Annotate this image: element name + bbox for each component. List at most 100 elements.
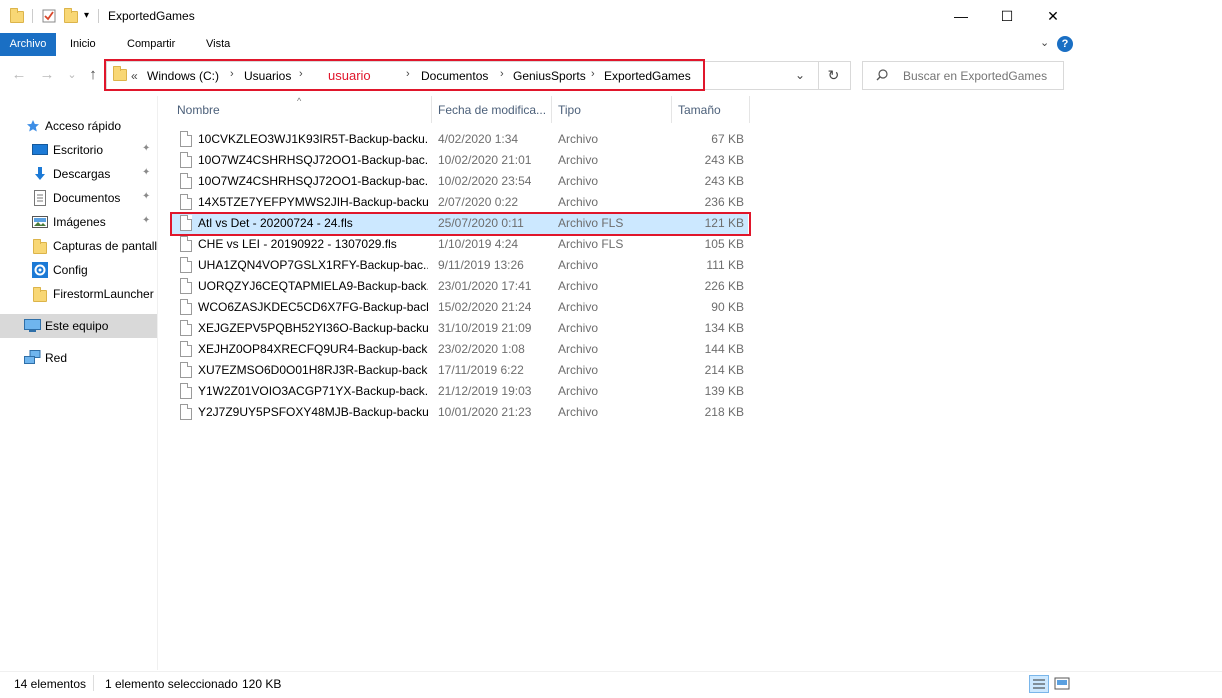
tab-inicio[interactable]: Inicio xyxy=(62,33,104,56)
pin-icon[interactable]: ✦ xyxy=(142,191,150,202)
tab-vista[interactable]: Vista xyxy=(198,33,238,56)
file-name: WCO6ZASJKDEC5CD6X7FG-Backup-back... xyxy=(198,300,428,314)
sidebar-item-firestormlauncher[interactable]: FirestormLauncher xyxy=(0,282,157,306)
maximize-button[interactable]: ☐ xyxy=(984,0,1030,32)
file-size: 105 KB xyxy=(704,237,744,251)
close-button[interactable]: ✕ xyxy=(1030,0,1076,32)
table-row[interactable]: Y1W2Z01VOIO3ACGP71YX-Backup-back... 21/12… xyxy=(172,381,748,402)
sidebar-item-label: FirestormLauncher xyxy=(53,287,154,301)
file-name: 14X5TZE7YEFPYMWS2JIH-Backup-backu... xyxy=(198,195,428,209)
sidebar-item-imagenes[interactable]: Imágenes ✦ xyxy=(0,210,157,234)
file-date: 15/02/2020 21:24 xyxy=(438,300,532,314)
sidebar-item-red[interactable]: Red xyxy=(0,346,157,370)
tab-archivo[interactable]: Archivo xyxy=(0,33,56,56)
file-date: 10/02/2020 21:01 xyxy=(438,153,532,167)
address-dropdown-icon[interactable]: ⌄ xyxy=(795,68,805,82)
pin-icon[interactable]: ✦ xyxy=(142,215,150,226)
file-name: 10CVKZLEO3WJ1K93IR5T-Backup-backu... xyxy=(198,132,428,146)
file-size: 111 KB xyxy=(706,258,744,272)
highlight-box xyxy=(104,59,705,91)
star-icon xyxy=(27,120,39,132)
file-name: CHE vs LEI - 20190922 - 1307029.fls xyxy=(198,237,397,251)
file-date: 31/10/2019 21:09 xyxy=(438,321,532,335)
column-tipo[interactable]: Tipo xyxy=(551,96,672,123)
file-name: Y1W2Z01VOIO3ACGP71YX-Backup-back... xyxy=(198,384,428,398)
ribbon-tabs: Archivo Inicio Compartir Vista ⌄ ? xyxy=(0,33,1222,56)
table-row[interactable]: WCO6ZASJKDEC5CD6X7FG-Backup-back... 15/02… xyxy=(172,297,748,318)
pin-icon[interactable]: ✦ xyxy=(142,167,150,178)
table-row[interactable]: XEJGZEPV5PQBH52YI36O-Backup-backu... 31/1… xyxy=(172,318,748,339)
minimize-button[interactable]: — xyxy=(938,0,984,32)
file-name: 10O7WZ4CSHRHSQJ72OO1-Backup-bac... xyxy=(198,174,428,188)
ribbon-expand-icon[interactable]: ⌄ xyxy=(1040,36,1049,49)
search-input[interactable] xyxy=(903,68,1061,84)
back-button[interactable]: ← xyxy=(10,66,28,84)
recent-locations-icon[interactable]: ⌄ xyxy=(63,66,81,84)
up-button[interactable]: ↑ xyxy=(84,66,102,84)
file-icon xyxy=(180,383,192,399)
help-icon[interactable]: ? xyxy=(1057,36,1073,52)
file-icon xyxy=(180,362,192,378)
file-date: 21/12/2019 19:03 xyxy=(438,384,532,398)
large-icons-view-icon[interactable] xyxy=(1052,675,1072,693)
file-icon xyxy=(180,299,192,315)
selection-count: 1 elemento seleccionado xyxy=(105,677,238,691)
table-row[interactable]: UHA1ZQN4VOP7GSLX1RFY-Backup-bac... 9/11/2… xyxy=(172,255,748,276)
table-row[interactable]: 10CVKZLEO3WJ1K93IR5T-Backup-backu... 4/02… xyxy=(172,129,748,150)
search-icon xyxy=(876,69,888,81)
highlight-box xyxy=(170,212,751,236)
table-row[interactable]: UORQZYJ6CEQTAPMIELA9-Backup-back... 23/01… xyxy=(172,276,748,297)
sidebar-item-capturas[interactable]: Capturas de pantall xyxy=(0,234,157,258)
table-row[interactable]: Y2J7Z9UY5PSFOXY48MJB-Backup-backu... 10/0… xyxy=(172,402,748,423)
forward-button[interactable]: → xyxy=(38,66,56,84)
sidebar-item-documentos[interactable]: Documentos ✦ xyxy=(0,186,157,210)
sidebar-item-label: Capturas de pantall xyxy=(53,239,158,253)
file-icon xyxy=(180,404,192,420)
download-icon xyxy=(35,167,45,180)
window-title: ExportedGames xyxy=(108,9,195,23)
file-type: Archivo xyxy=(558,153,599,167)
table-row[interactable]: CHE vs LEI - 20190922 - 1307029.fls 1/10/… xyxy=(172,234,748,255)
quick-access-dropdown-icon[interactable]: ▾ xyxy=(84,10,89,21)
network-icon xyxy=(24,350,41,364)
column-tamano[interactable]: Tamaño xyxy=(671,96,750,123)
refresh-button[interactable]: ↻ xyxy=(818,62,848,89)
properties-icon[interactable] xyxy=(42,8,56,23)
sidebar-item-label: Imágenes xyxy=(53,215,106,229)
file-date: 1/10/2019 4:24 xyxy=(438,237,519,251)
search-box[interactable] xyxy=(862,61,1064,90)
separator xyxy=(93,675,94,691)
file-icon xyxy=(180,194,192,210)
tab-compartir[interactable]: Compartir xyxy=(119,33,183,56)
table-row[interactable]: XU7EZMSO6D0O01H8RJ3R-Backup-backu... 17/1… xyxy=(172,360,748,381)
file-icon xyxy=(180,320,192,336)
column-fecha[interactable]: Fecha de modifica... xyxy=(431,96,552,123)
table-row[interactable]: 14X5TZE7YEFPYMWS2JIH-Backup-backu... 2/07… xyxy=(172,192,748,213)
sidebar-item-config[interactable]: Config xyxy=(0,258,157,282)
sidebar-item-acceso-rapido[interactable]: Acceso rápido xyxy=(0,114,157,138)
file-size: 243 KB xyxy=(704,153,744,167)
pin-icon[interactable]: ✦ xyxy=(142,143,150,154)
file-icon xyxy=(180,131,192,147)
file-size: 67 KB xyxy=(711,132,744,146)
file-type: Archivo xyxy=(558,384,599,398)
details-view-icon[interactable] xyxy=(1029,675,1049,693)
file-size: 218 KB xyxy=(704,405,744,419)
file-date: 9/11/2019 13:26 xyxy=(438,258,524,272)
column-nombre[interactable]: Nombre xyxy=(170,96,432,123)
new-folder-icon[interactable] xyxy=(64,8,78,23)
table-row[interactable]: 10O7WZ4CSHRHSQJ72OO1-Backup-bac... 10/02/… xyxy=(172,150,748,171)
file-date: 2/07/2020 0:22 xyxy=(438,195,519,209)
file-name: XEJHZ0OP84XRECFQ9UR4-Backup-back... xyxy=(198,342,428,356)
file-date: 23/02/2020 1:08 xyxy=(438,342,525,356)
table-row[interactable]: XEJHZ0OP84XRECFQ9UR4-Backup-back... 23/02… xyxy=(172,339,748,360)
file-date: 4/02/2020 1:34 xyxy=(438,132,519,146)
table-row[interactable]: 10O7WZ4CSHRHSQJ72OO1-Backup-bac... 10/02/… xyxy=(172,171,748,192)
file-type: Archivo xyxy=(558,279,599,293)
separator xyxy=(98,9,99,23)
sidebar-item-escritorio[interactable]: Escritorio ✦ xyxy=(0,138,157,162)
file-size: 139 KB xyxy=(704,384,744,398)
sidebar-item-descargas[interactable]: Descargas ✦ xyxy=(0,162,157,186)
sidebar-item-este-equipo[interactable]: Este equipo xyxy=(0,314,157,338)
file-type: Archivo xyxy=(558,342,599,356)
